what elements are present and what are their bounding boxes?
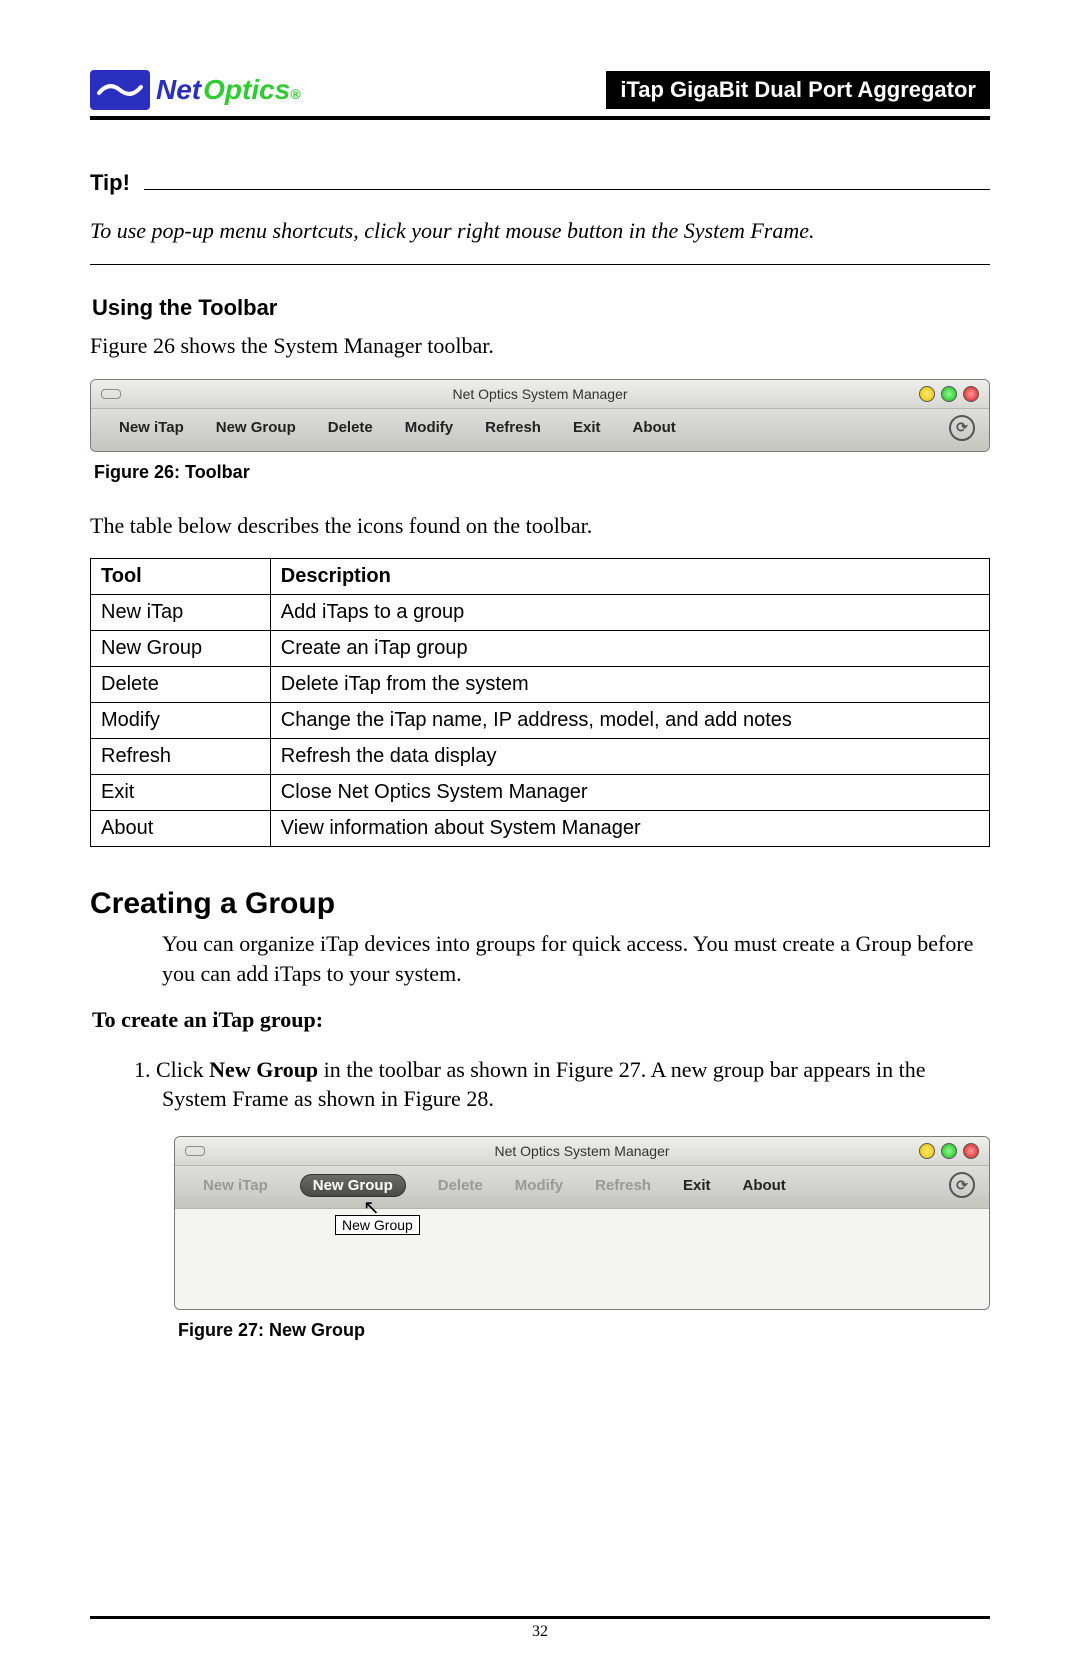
tip-body: To use pop-up menu shortcuts, click your… [90, 218, 990, 244]
window-minimize-icon[interactable] [919, 386, 935, 402]
figure-26-screenshot: Net Optics System Manager New iTap New G… [90, 379, 990, 452]
table-row: ModifyChange the iTap name, IP address, … [91, 703, 990, 739]
brand-logo: Net Optics ® [90, 70, 301, 110]
tip-label: Tip! [90, 170, 130, 196]
tilde-icon [97, 79, 143, 101]
step-1: 1. Click New Group in the toolbar as sho… [162, 1055, 990, 1114]
window-handle-icon [185, 1146, 205, 1156]
table-row: New iTapAdd iTaps to a group [91, 595, 990, 631]
tip-bottom-rule [90, 264, 990, 265]
creating-group-body: You can organize iTap devices into group… [162, 929, 990, 988]
figure-27-screenshot: Net Optics System Manager New iTap New G… [174, 1136, 990, 1310]
page-number: 32 [532, 1623, 548, 1641]
figure-27-caption-label: Figure 27: [178, 1320, 264, 1340]
toolbar-modify[interactable]: Modify [405, 419, 453, 436]
tip-heading-row: Tip! [90, 170, 990, 196]
table-header-description: Description [270, 559, 989, 595]
toolbar-delete[interactable]: Delete [438, 1177, 483, 1194]
window-close-icon[interactable] [963, 1143, 979, 1159]
toolbar-exit[interactable]: Exit [573, 419, 601, 436]
footer-rule [90, 1616, 990, 1619]
tool-description-table: Tool Description New iTapAdd iTaps to a … [90, 558, 990, 847]
toolbar-about[interactable]: About [632, 419, 675, 436]
using-toolbar-heading: Using the Toolbar [92, 295, 990, 321]
table-row: DeleteDelete iTap from the system [91, 667, 990, 703]
brand-registered: ® [290, 86, 300, 102]
figure-27-caption-text: New Group [264, 1320, 365, 1340]
step-1-prefix: 1. Click [134, 1057, 209, 1082]
window-minimize-icon[interactable] [919, 1143, 935, 1159]
window-title: Net Optics System Manager [494, 1143, 669, 1159]
table-intro: The table below describes the icons foun… [90, 511, 990, 541]
window-handle-icon [101, 389, 121, 399]
figure-26-caption-text: Toolbar [180, 462, 250, 482]
toolbar-new-itap[interactable]: New iTap [203, 1177, 268, 1194]
window-close-icon[interactable] [963, 386, 979, 402]
figure-26-caption: Figure 26: Toolbar [94, 462, 990, 483]
toolbar-refresh[interactable]: Refresh [595, 1177, 651, 1194]
toolbar-delete[interactable]: Delete [328, 419, 373, 436]
page-header: Net Optics ® iTap GigaBit Dual Port Aggr… [90, 70, 990, 120]
tip-rule [144, 189, 990, 190]
using-toolbar-intro: Figure 26 shows the System Manager toolb… [90, 331, 990, 361]
toolbar-new-itap[interactable]: New iTap [119, 419, 184, 436]
brand-net: Net [156, 74, 201, 106]
table-row: ExitClose Net Optics System Manager [91, 775, 990, 811]
doc-title: iTap GigaBit Dual Port Aggregator [606, 71, 990, 109]
figure-26-caption-label: Figure 26: [94, 462, 180, 482]
creating-group-heading: Creating a Group [90, 887, 990, 921]
table-header-row: Tool Description [91, 559, 990, 595]
refresh-icon[interactable]: ⟳ [949, 415, 975, 441]
figure-27-caption: Figure 27: New Group [178, 1320, 990, 1341]
brand-optics: Optics [203, 74, 290, 106]
brand-mark [90, 70, 150, 110]
table-row: AboutView information about System Manag… [91, 811, 990, 847]
procedure-heading: To create an iTap group: [92, 1007, 990, 1033]
window-zoom-icon[interactable] [941, 1143, 957, 1159]
table-row: RefreshRefresh the data display [91, 739, 990, 775]
toolbar-new-group[interactable]: New Group [216, 419, 296, 436]
toolbar-about[interactable]: About [742, 1177, 785, 1194]
new-group-tooltip: New Group [335, 1215, 420, 1235]
toolbar-new-group[interactable]: New Group [300, 1174, 406, 1197]
table-row: New GroupCreate an iTap group [91, 631, 990, 667]
toolbar-refresh[interactable]: Refresh [485, 419, 541, 436]
window-zoom-icon[interactable] [941, 386, 957, 402]
window-title: Net Optics System Manager [452, 386, 627, 402]
toolbar-exit[interactable]: Exit [683, 1177, 711, 1194]
toolbar-modify[interactable]: Modify [515, 1177, 563, 1194]
step-1-bold: New Group [209, 1057, 318, 1082]
table-header-tool: Tool [91, 559, 271, 595]
refresh-icon[interactable]: ⟳ [949, 1172, 975, 1198]
